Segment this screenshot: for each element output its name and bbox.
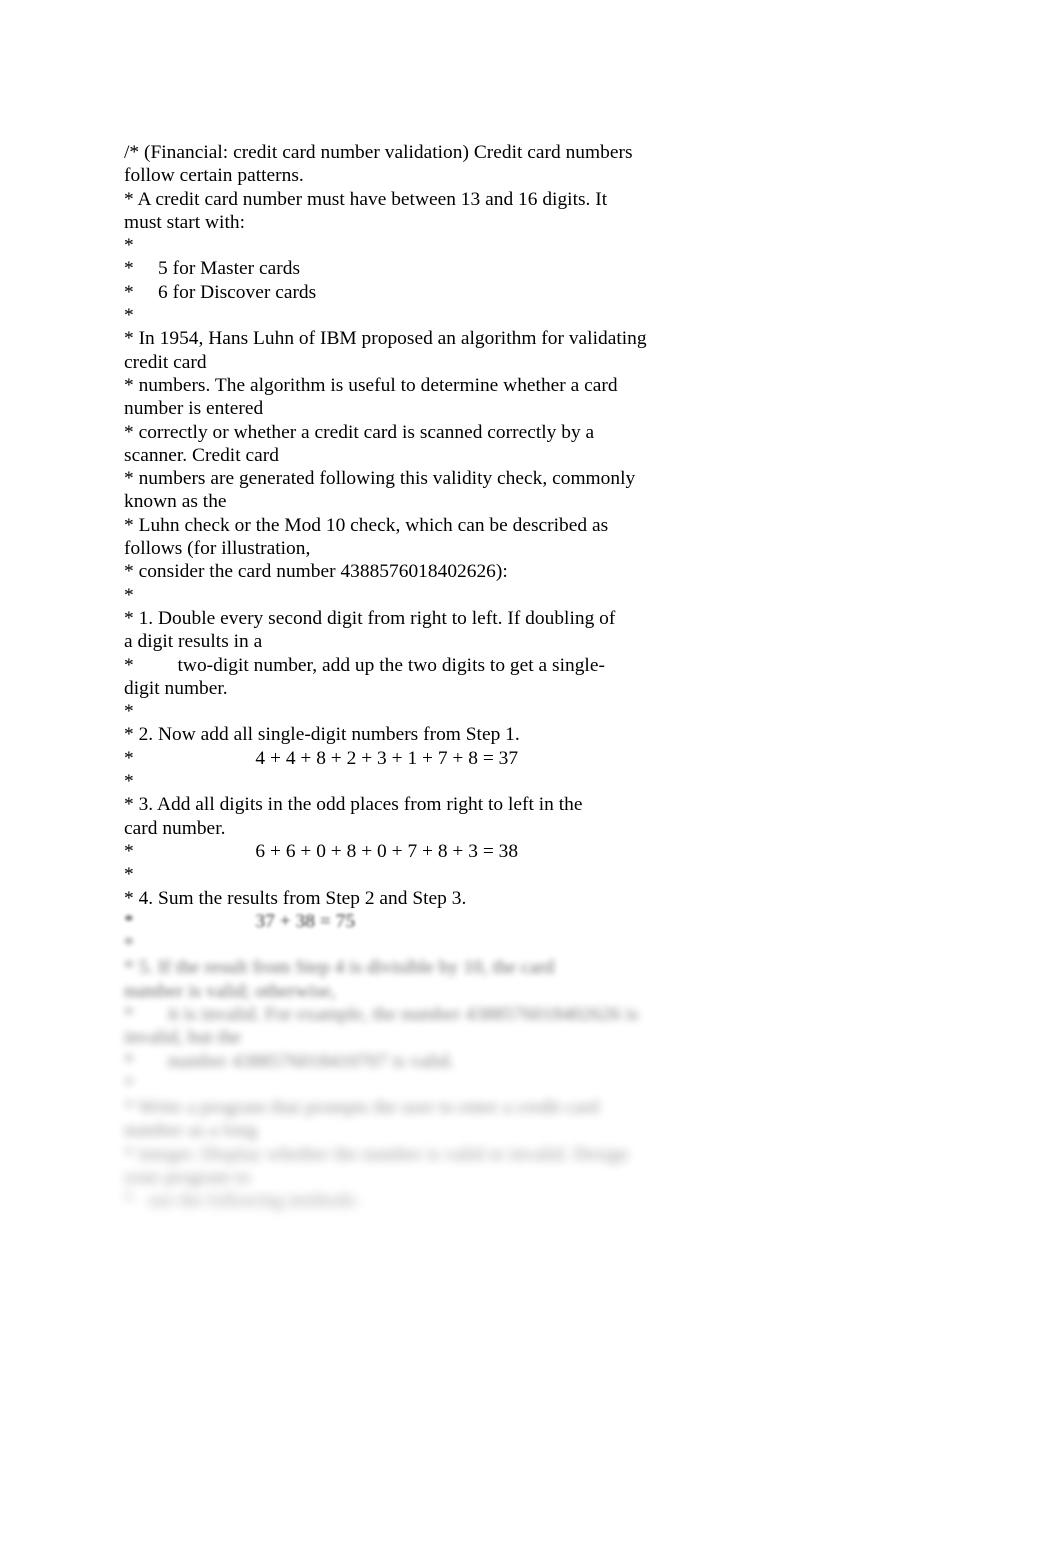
- document-line: *: [124, 771, 134, 793]
- document-line: /* (Financial: credit card number valida…: [124, 142, 633, 163]
- document-line: known as the: [124, 491, 227, 513]
- document-line: * Luhn check or the Mod 10 check, which …: [124, 514, 609, 536]
- document-line: card number.: [124, 817, 226, 839]
- document-line: * 6 + 6 + 0 + 8 + 0 + 7 + 8 + 3 = 38: [124, 840, 519, 862]
- document-line: number is entered: [124, 398, 264, 420]
- document-line: digit number.: [124, 677, 228, 699]
- document-line: *: [124, 1073, 134, 1095]
- document-line: * Write a program that prompts the user …: [124, 1097, 599, 1119]
- document-line: number is valid; otherwise,: [124, 980, 336, 1002]
- document-line: your program to: [124, 1167, 251, 1189]
- document-line: *: [124, 934, 134, 956]
- document-line: *: [124, 701, 134, 723]
- document-line: * numbers are generated following this v…: [124, 468, 636, 490]
- document-line: *: [124, 864, 134, 886]
- document-line: invalid, but the: [124, 1027, 242, 1049]
- document-line: * two-digit number, add up the two digit…: [124, 654, 605, 676]
- document-line: *: [124, 584, 134, 606]
- document-line: * numbers. The algorithm is useful to de…: [124, 374, 618, 396]
- document-line: * integer. Display whether the number is…: [124, 1143, 629, 1165]
- document-line: * consider the card number 4388576018402…: [124, 561, 508, 583]
- document-line: * 4. Sum the results from Step 2 and Ste…: [124, 887, 467, 909]
- document-line: credit card: [124, 351, 207, 373]
- document-line: scanner. Credit card: [124, 444, 279, 466]
- document-line: * In 1954, Hans Luhn of IBM proposed an …: [124, 328, 647, 350]
- document-line: * 3. Add all digits in the odd places fr…: [124, 794, 583, 816]
- document-line: * correctly or whether a credit card is …: [124, 421, 595, 443]
- document-line: * 4 + 4 + 8 + 2 + 3 + 1 + 7 + 8 = 37: [124, 747, 519, 769]
- document-line: * A credit card number must have between…: [124, 188, 608, 210]
- document-line: number as a long: [124, 1120, 258, 1142]
- document-line: follow certain patterns.: [124, 165, 304, 187]
- document-line: a digit results in a: [124, 631, 263, 653]
- document-line: * 6 for Discover cards: [124, 281, 317, 303]
- document-line: * 1. Double every second digit from righ…: [124, 607, 616, 629]
- document-line: * number 4388576018410707 is valid.: [124, 1050, 454, 1072]
- document-page: /* (Financial: credit card number valida…: [0, 0, 1062, 1561]
- document-line: * 2. Now add all single-digit numbers fr…: [124, 724, 520, 746]
- document-line: *: [124, 235, 134, 257]
- document-line: * 5 for Master cards: [124, 258, 301, 280]
- document-line: * 5. If the result from Step 4 is divisi…: [124, 957, 555, 979]
- document-text-body: /* (Financial: credit card number valida…: [124, 141, 1004, 1213]
- document-line: must start with:: [124, 211, 245, 233]
- document-line: follows (for illustration,: [124, 538, 311, 560]
- document-line: * use the following methods:: [124, 1190, 360, 1212]
- document-line: *: [124, 305, 134, 327]
- document-line: * it is invalid. For example, the number…: [124, 1003, 639, 1025]
- document-line: * 37 + 38 = 75: [124, 910, 356, 932]
